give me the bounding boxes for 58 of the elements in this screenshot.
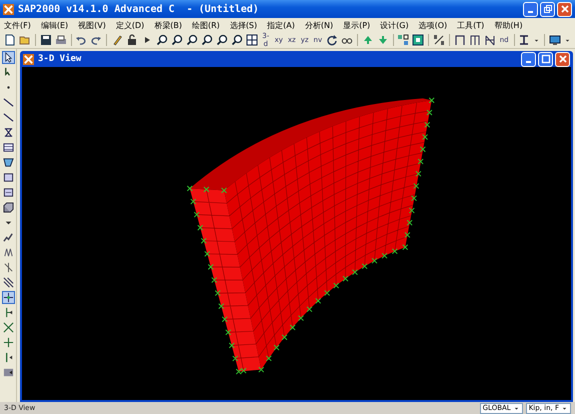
i-beam-icon[interactable] xyxy=(518,34,530,46)
grid-view-icon[interactable] xyxy=(246,34,258,46)
menu-item[interactable]: 文件(F) xyxy=(4,20,31,30)
menu-item[interactable]: 选项(O) xyxy=(418,20,448,30)
line-icon[interactable] xyxy=(2,112,14,123)
link-icon[interactable] xyxy=(2,232,14,243)
menu-item[interactable]: 绘图(R) xyxy=(192,20,220,30)
menu-item[interactable]: 指定(A) xyxy=(267,20,295,30)
view-window-title: 3-D View xyxy=(38,54,82,64)
frame-icon[interactable] xyxy=(484,34,496,46)
magnifier-icon[interactable] xyxy=(216,34,228,46)
table-icon[interactable] xyxy=(2,142,14,153)
area-icon[interactable] xyxy=(2,157,14,168)
rectangle-icon[interactable] xyxy=(2,187,14,198)
menu-item[interactable]: 设计(G) xyxy=(380,20,409,30)
pointer-icon[interactable] xyxy=(2,52,14,63)
snap-midpoint-icon[interactable] xyxy=(2,337,14,348)
printer-icon[interactable] xyxy=(54,34,67,46)
magnifier-icon[interactable] xyxy=(186,34,198,46)
frame-icon[interactable] xyxy=(468,34,481,46)
snap-grid-icon[interactable] xyxy=(2,367,14,378)
window-title: SAP2000 v14.1.0 Advanced C - (Untitled) xyxy=(18,4,260,14)
redo-icon[interactable] xyxy=(90,34,102,46)
menu-item[interactable]: 编辑(E) xyxy=(40,20,68,30)
save-icon[interactable] xyxy=(40,34,52,46)
menu-item[interactable]: 显示(P) xyxy=(343,20,370,30)
menu-item[interactable]: 工具(T) xyxy=(457,20,484,30)
rectangle-icon[interactable] xyxy=(2,172,14,183)
solid-icon[interactable] xyxy=(2,202,14,213)
menu-item[interactable]: 桥梁(B) xyxy=(154,20,182,30)
snap-point-icon[interactable] xyxy=(2,292,14,303)
app-icon xyxy=(3,4,14,14)
selection-icon[interactable] xyxy=(397,34,410,46)
menu-item[interactable]: 帮助(H) xyxy=(494,20,523,30)
menu-item[interactable]: 视图(V) xyxy=(78,20,106,30)
snap-intersection-icon[interactable] xyxy=(2,322,14,333)
folder-icon[interactable] xyxy=(19,34,31,46)
menu-item[interactable]: 选择(S) xyxy=(230,20,258,30)
magnifier-icon[interactable] xyxy=(156,34,168,46)
app-icon xyxy=(23,54,34,64)
magnifier-icon[interactable] xyxy=(200,34,213,46)
section-cut-icon[interactable] xyxy=(2,262,14,273)
menu-item[interactable]: 定义(D) xyxy=(116,20,144,30)
line-icon[interactable] xyxy=(2,97,14,108)
boxed-square-icon[interactable] xyxy=(412,34,424,46)
fraction-icon[interactable] xyxy=(433,34,446,46)
frame-icon[interactable] xyxy=(454,34,466,46)
menu-item[interactable]: 分析(N) xyxy=(304,20,334,30)
undo-icon[interactable] xyxy=(75,34,88,46)
hatched-icon[interactable] xyxy=(2,277,14,288)
magnifier-icon[interactable] xyxy=(230,34,243,46)
magnifier-icon[interactable] xyxy=(170,34,183,46)
padlock-icon[interactable] xyxy=(126,34,138,46)
monitor-icon[interactable] xyxy=(548,34,561,46)
spring-icon[interactable] xyxy=(2,247,14,258)
brace-icon[interactable] xyxy=(2,127,14,138)
new-file-icon[interactable] xyxy=(4,34,16,46)
rotate-icon[interactable] xyxy=(326,34,338,46)
